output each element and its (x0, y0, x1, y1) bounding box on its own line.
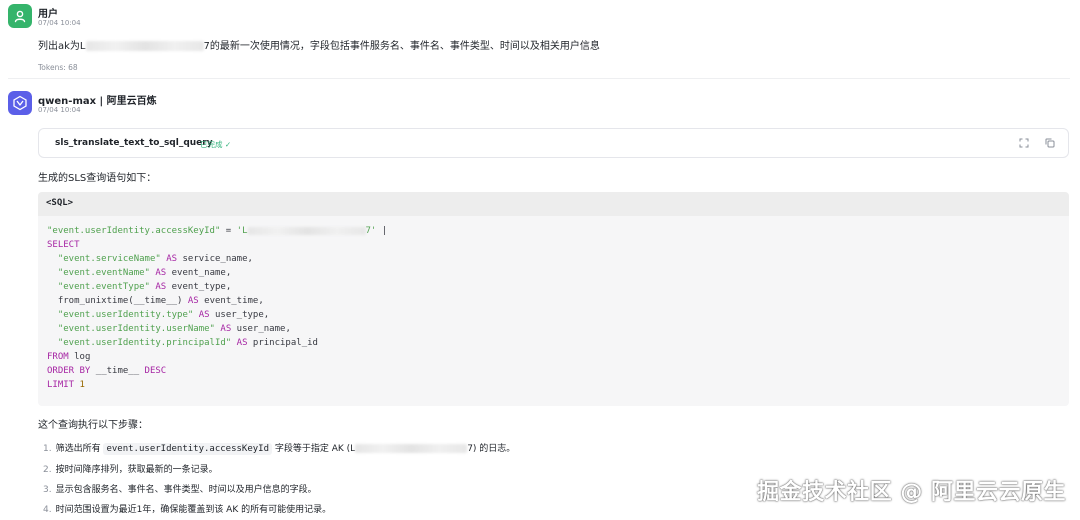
redacted-text (85, 41, 204, 51)
check-icon: ✓ (224, 140, 232, 149)
list-item: 2. 按时间降序排列，获取最新的一条记录。 (43, 465, 218, 475)
code-line: FROM log (47, 352, 91, 362)
code-line: SELECT (47, 240, 80, 250)
redacted-text (355, 444, 468, 453)
code-line: LIMIT 1 (47, 380, 85, 390)
code-block-header: <SQL> (38, 192, 1069, 216)
code-line: "event.userIdentity.accessKeyId" = 'L 7' … (47, 226, 388, 236)
code-line: "event.serviceName" AS service_name, (47, 254, 253, 264)
code-line: "event.userIdentity.userName" AS user_na… (47, 324, 291, 334)
qwen-logo-icon (13, 95, 27, 111)
code-line: "event.userIdentity.principalId" AS prin… (47, 338, 318, 348)
code-line: "event.eventType" AS event_type, (47, 282, 232, 292)
code-line: "event.eventName" AS event_name, (47, 268, 232, 278)
code-line: from_unixtime(__time__) AS event_time, (47, 296, 264, 306)
message-divider (8, 78, 1070, 79)
inline-code: event.userIdentity.accessKeyId (103, 443, 273, 455)
sql-intro: 生成的SLS查询语句如下： (38, 173, 157, 184)
bot-avatar (8, 91, 32, 115)
redacted-text (247, 226, 366, 235)
user-name: 用户 (38, 9, 58, 20)
tool-call-card[interactable]: sls_translate_text_to_sql_query 已完成 ✓ (38, 128, 1069, 158)
sql-code-block[interactable]: "event.userIdentity.accessKeyId" = 'L 7' … (38, 216, 1069, 406)
token-count: Tokens: 68 (38, 63, 78, 72)
copy-icon[interactable] (1044, 137, 1056, 149)
bot-name: qwen-max | 阿里云百炼 (38, 96, 157, 107)
user-icon (14, 10, 26, 23)
expand-icon[interactable] (1018, 137, 1030, 149)
steps-intro: 这个查询执行以下步骤： (38, 420, 148, 431)
code-line: "event.userIdentity.type" AS user_type, (47, 310, 270, 320)
tool-status: 已完成 ✓ (200, 140, 232, 149)
list-item: 4. 时间范围设置为最近1年，确保能覆盖到该 AK 的所有可能使用记录。 (43, 505, 332, 515)
tool-name: sls_translate_text_to_sql_query (55, 138, 213, 148)
user-message-text: 列出ak为L 7的最新一次使用情况，字段包括事件服务名、事件名、事件类型、时间以及… (38, 41, 600, 52)
code-language-label: <SQL> (46, 198, 74, 208)
watermark: 掘金技术社区 @ 阿里云云原生 (757, 480, 1066, 505)
bot-message-time: 07/04 10:04 (38, 106, 81, 114)
user-message-time: 07/04 10:04 (38, 19, 81, 27)
user-avatar (8, 4, 32, 28)
list-item: 3. 显示包含服务名、事件名、事件类型、时间以及用户信息的字段。 (43, 485, 317, 495)
code-line: ORDER BY __time__ DESC (47, 366, 167, 376)
list-item: 1. 筛选出所有 event.userIdentity.accessKeyId 字… (43, 443, 516, 455)
